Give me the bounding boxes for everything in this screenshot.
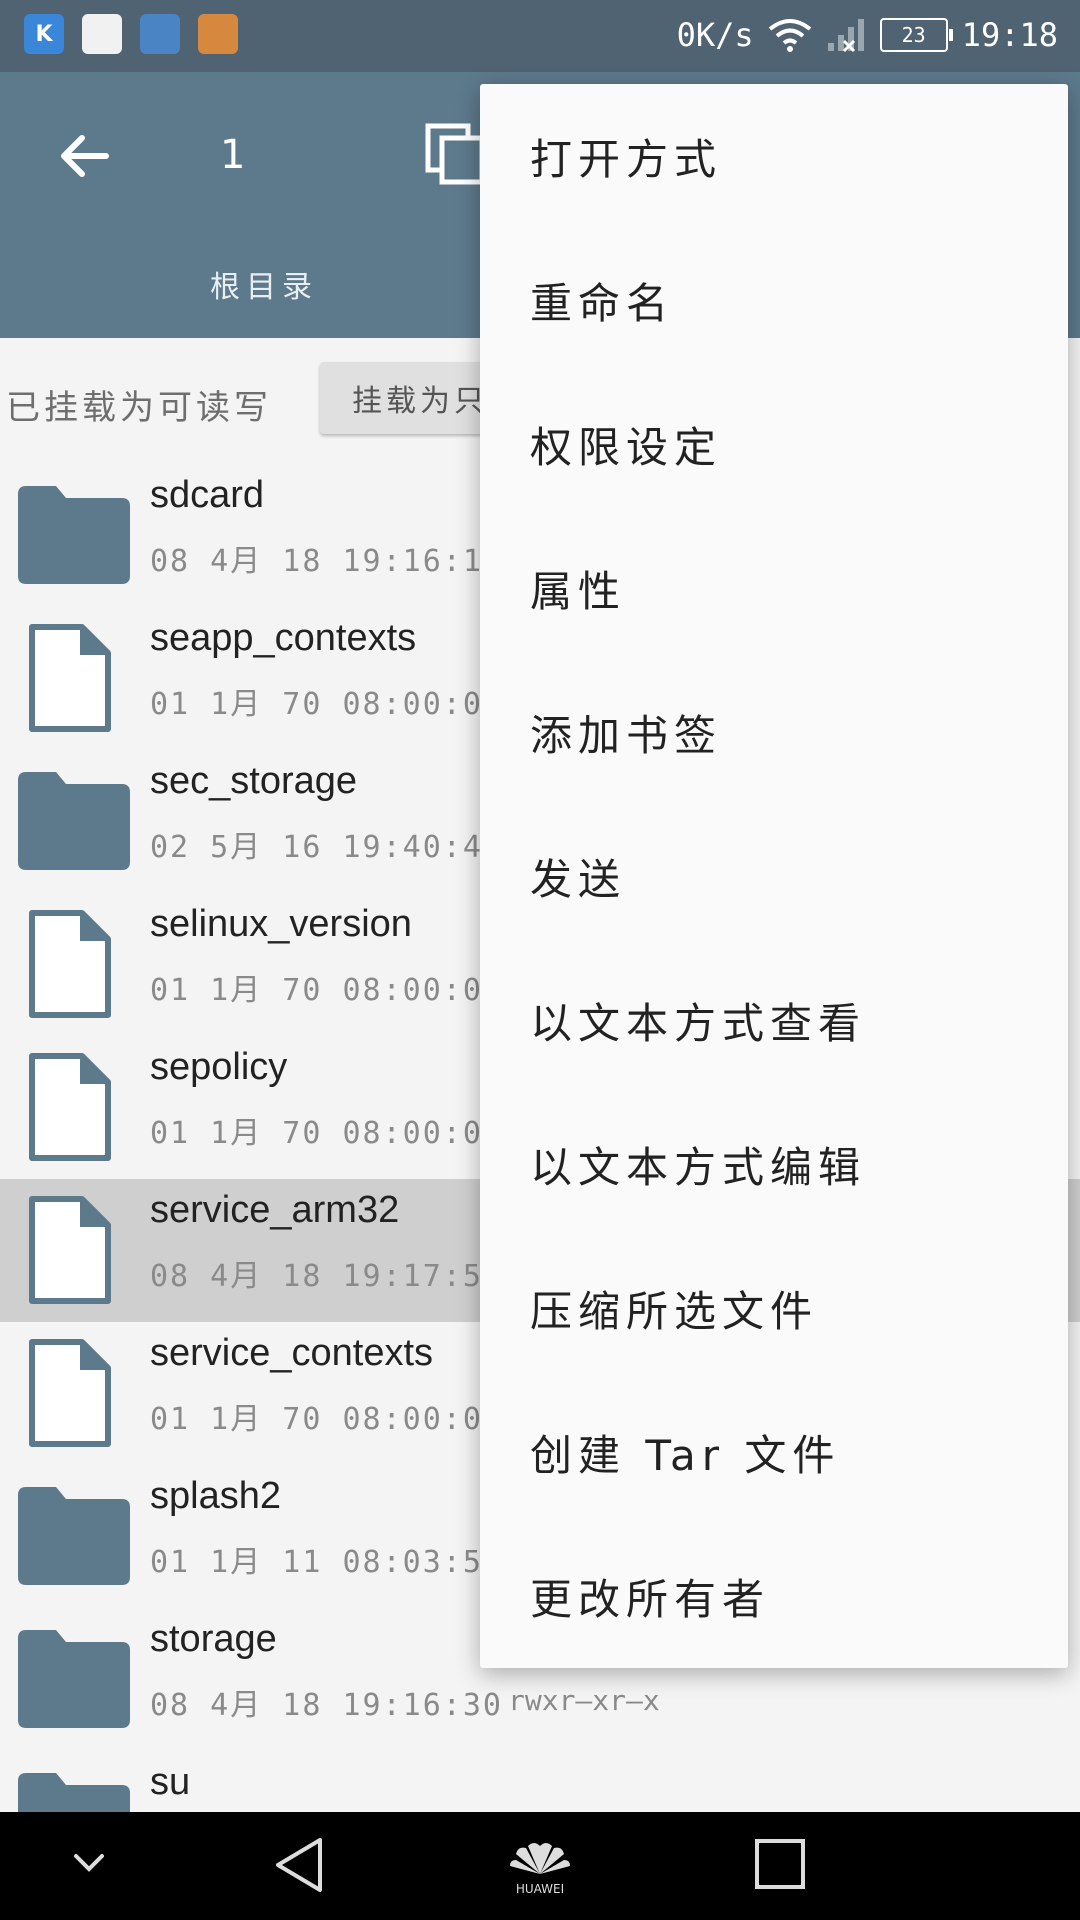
huawei-logo-icon [510,1843,570,1874]
file-date: 08 4月 18 19:16:30 [150,1688,503,1723]
brand-label: HUAWEI [515,1882,565,1896]
file-date: 01 1月 70 08:00:00 [150,687,503,722]
menu-item[interactable]: 创建 Tar 文件 [480,1380,1068,1524]
nav-bar: HUAWEI [0,1812,1080,1920]
selection-count: 1 [220,132,246,178]
file-date: 01 1月 11 08:03:56 [150,1545,503,1580]
file-name: storage [150,1618,277,1660]
folder-icon [12,480,134,590]
file-date: 08 4月 18 19:16:19 [150,544,503,579]
file-date: 08 4月 18 19:17:58 [150,1259,503,1294]
file-name: selinux_version [150,903,412,945]
tab-root[interactable]: 根目录 [210,262,318,306]
battery-level: 23 [901,23,926,47]
image-app-icon [198,14,238,54]
home-button[interactable]: HUAWEI [506,1836,574,1896]
recent-apps-icon[interactable] [754,1838,806,1890]
shield-app-icon [82,14,122,54]
screen: K 0K/s 23 19:18 1 根目录 已挂载为可读写 挂载为只读 sdca… [0,0,1080,1920]
menu-item[interactable]: 以文本方式编辑 [480,1092,1068,1236]
qq-app-icon [140,14,180,54]
copy-icon[interactable] [424,122,488,186]
menu-item[interactable]: 打开方式 [480,84,1068,228]
network-speed: 0K/s [676,16,754,54]
chevron-down-icon[interactable] [72,1852,106,1874]
menu-item[interactable]: 压缩所选文件 [480,1236,1068,1380]
file-name: seapp_contexts [150,617,417,659]
file-date: 02 5月 16 19:40:44 [150,830,503,865]
file-date: 01 1月 70 08:00:00 [150,1402,503,1437]
mount-status: 已挂载为可读写 [6,388,272,428]
file-icon [12,623,134,733]
battery-icon: 23 [879,18,953,52]
file-icon [12,909,134,1019]
file-name: service_contexts [150,1332,434,1374]
folder-icon [12,1624,134,1734]
context-menu: 打开方式 重命名 权限设定 属性 添加书签 发送 以文本方式查看 以文本方式编辑 压缩所选文件创… [480,84,1068,1668]
file-name: service_arm32 [150,1189,400,1231]
k-app-icon: K [24,14,64,54]
menu-item[interactable]: 添加书签 [480,660,1068,804]
file-name: su [150,1761,191,1803]
menu-item[interactable]: 重命名 [480,228,1068,372]
signal-icon [827,19,864,53]
file-name: sdcard [150,474,265,516]
menu-item[interactable]: 属性 [480,516,1068,660]
back-arrow-icon[interactable] [56,128,112,184]
file-name: sec_storage [150,760,358,802]
menu-item[interactable]: 发送 [480,804,1068,948]
status-bar: K 0K/s 23 19:18 [0,0,1080,72]
file-name: sepolicy [150,1046,288,1088]
folder-icon [12,1481,134,1591]
menu-item[interactable]: 更改所有者 [480,1524,1068,1668]
file-date: 01 1月 70 08:00:00 [150,973,503,1008]
menu-item[interactable]: 以文本方式查看 [480,948,1068,1092]
wifi-icon [768,19,811,52]
status-indicators: 0K/s 23 19:18 [677,16,1058,54]
file-permissions: rwxr—xr—x [508,1684,660,1717]
menu-item[interactable]: 权限设定 [480,372,1068,516]
file-icon [12,1195,134,1305]
file-date: 01 1月 70 08:00:00 [150,1116,503,1151]
folder-icon [12,766,134,876]
file-icon [12,1338,134,1448]
clock: 19:18 [961,16,1058,54]
back-nav-icon[interactable] [272,1836,328,1894]
file-name: splash2 [150,1475,281,1517]
file-icon [12,1052,134,1162]
status-app-icons: K [24,14,238,54]
